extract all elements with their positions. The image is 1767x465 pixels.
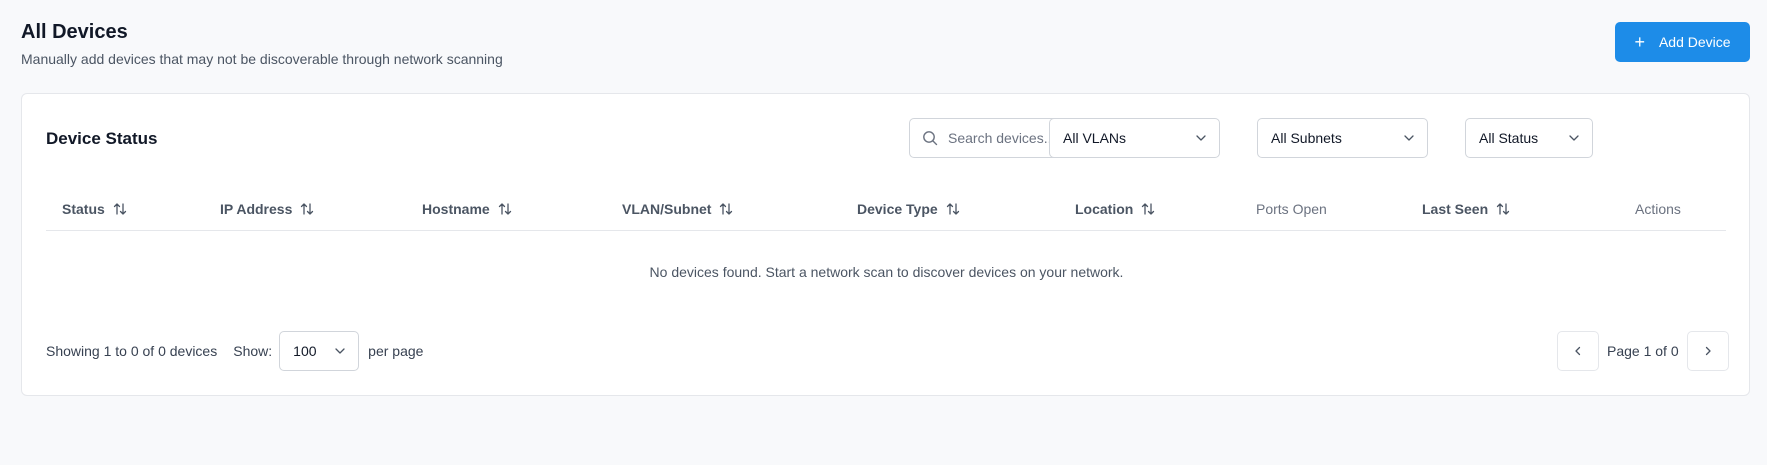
- column-label: IP Address: [220, 200, 293, 217]
- column-label: Hostname: [422, 200, 490, 217]
- column-label: Last Seen: [1422, 200, 1489, 217]
- sort-icon: [1496, 202, 1510, 215]
- page-header: All Devices Manually add devices that ma…: [21, 20, 503, 68]
- column-header-hostname[interactable]: Hostname: [422, 186, 512, 231]
- subnet-filter-value: All Subnets: [1271, 130, 1342, 146]
- per-page-value: 100: [293, 343, 317, 359]
- column-label: Device Type: [857, 200, 938, 217]
- status-filter-select[interactable]: All Status: [1465, 118, 1593, 158]
- sort-icon: [498, 202, 511, 215]
- chevron-down-icon: [1569, 135, 1579, 141]
- column-header-device-type[interactable]: Device Type: [857, 186, 960, 231]
- search-icon: [923, 131, 938, 146]
- show-label: Show:: [233, 343, 273, 359]
- page-info: Page 1 of 0: [1607, 343, 1679, 359]
- sort-icon: [301, 202, 314, 215]
- vlan-filter-value: All VLANs: [1063, 130, 1127, 146]
- chevron-down-icon: [1404, 135, 1414, 141]
- column-label: VLAN/Subnet: [622, 200, 712, 217]
- next-page-button[interactable]: [1686, 331, 1729, 371]
- empty-state-message: No devices found. Start a network scan t…: [649, 264, 1124, 280]
- vlan-filter-select[interactable]: All VLANs: [1049, 118, 1220, 158]
- chevron-down-icon: [1196, 135, 1206, 141]
- plus-icon: +: [1634, 32, 1645, 52]
- chevron-down-icon: [335, 348, 345, 354]
- card-title: Device Status: [46, 129, 158, 148]
- column-label: Status: [62, 200, 105, 217]
- column-label: Ports Open: [1256, 200, 1327, 217]
- sort-icon: [946, 202, 959, 215]
- column-label: Actions: [1635, 200, 1681, 217]
- add-device-label: Add Device: [1658, 34, 1731, 50]
- column-header-vlan-subnet[interactable]: VLAN/Subnet: [622, 186, 733, 231]
- chevron-right-icon: [1705, 346, 1711, 356]
- sort-icon: [720, 202, 733, 215]
- column-header-ip-address[interactable]: IP Address: [220, 186, 314, 231]
- chevron-left-icon: [1575, 346, 1581, 356]
- column-header-location[interactable]: Location: [1075, 186, 1155, 231]
- pagination-summary: Showing 1 to 0 of 0 devices Show: 100 pe…: [46, 331, 423, 371]
- per-page-select[interactable]: 100: [279, 331, 360, 371]
- column-header-ports-open: Ports Open: [1256, 186, 1327, 231]
- status-filter-value: All Status: [1479, 130, 1539, 146]
- table-header-row: Status IP Address Hostname VLAN/Subnet D…: [46, 186, 1726, 231]
- device-status-card: Device Status All VLANs All Subnets All …: [21, 93, 1750, 396]
- add-device-button[interactable]: + Add Device: [1615, 22, 1750, 62]
- subnet-filter-select[interactable]: All Subnets: [1257, 118, 1428, 158]
- column-label: Location: [1075, 200, 1134, 217]
- sort-icon: [1142, 202, 1155, 215]
- previous-page-button[interactable]: [1557, 331, 1599, 371]
- column-header-status[interactable]: Status: [62, 186, 127, 231]
- column-header-last-seen[interactable]: Last Seen: [1422, 186, 1510, 231]
- sort-icon: [113, 202, 126, 215]
- per-page-label: per page: [368, 343, 424, 359]
- showing-text: Showing 1 to 0 of 0 devices: [46, 343, 218, 359]
- page-title: All Devices: [21, 21, 128, 43]
- page-subtitle: Manually add devices that may not be dis…: [21, 51, 503, 67]
- column-header-actions: Actions: [1635, 186, 1681, 231]
- pagination-controls: Page 1 of 0: [1557, 331, 1729, 371]
